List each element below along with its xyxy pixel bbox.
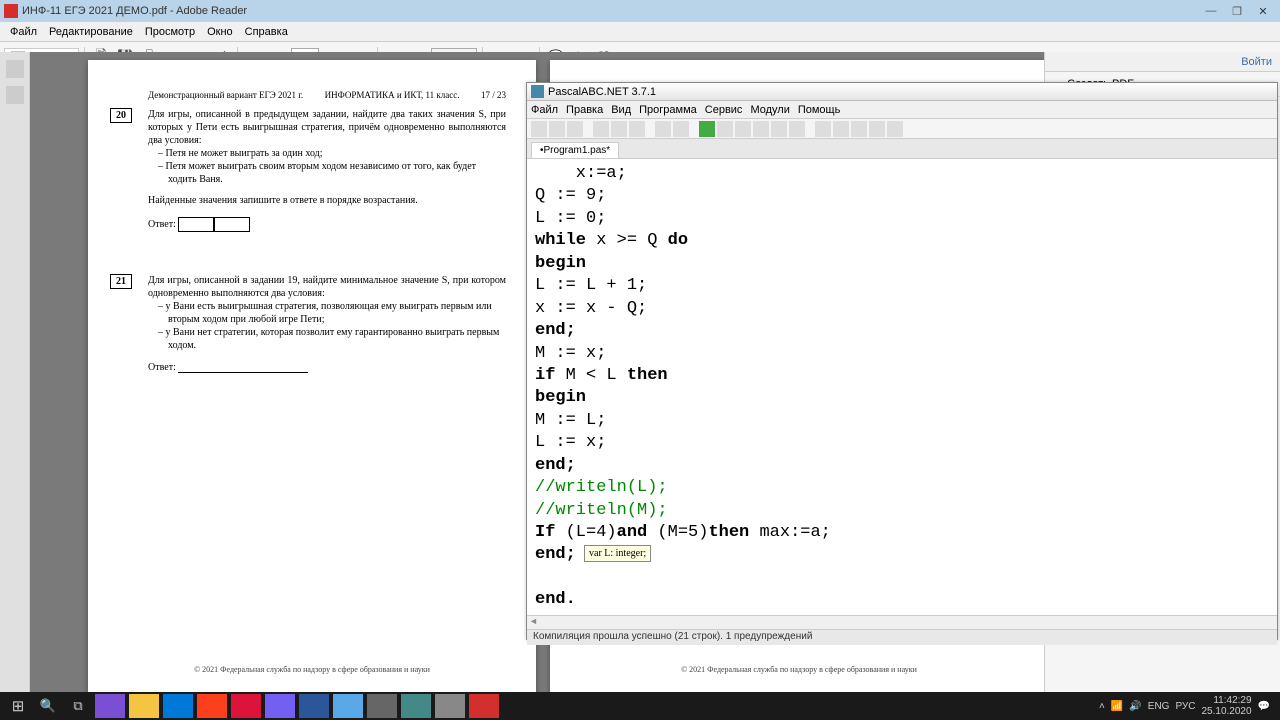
pascal-save-icon[interactable] xyxy=(567,121,583,137)
pdf-header-mid: ИНФОРМАТИКА и ИКТ, 11 класс. xyxy=(325,90,460,100)
pascal-titlebar: PascalABC.NET 3.7.1 xyxy=(527,83,1277,101)
login-link[interactable]: Войти xyxy=(1241,56,1272,68)
pascal-btn-6[interactable] xyxy=(851,121,867,137)
page-footer-left: © 2021 Федеральная служба по надзору в с… xyxy=(88,665,536,674)
q20-note: Найденные значения запишите в ответе в п… xyxy=(148,194,506,207)
pascal-btn-4[interactable] xyxy=(815,121,831,137)
menu-file[interactable]: Файл xyxy=(4,24,43,40)
pmenu-serv[interactable]: Сервис xyxy=(705,104,743,116)
menu-view[interactable]: Просмотр xyxy=(139,24,201,40)
pascal-icon xyxy=(531,85,544,98)
tray-up-icon[interactable]: ˄ xyxy=(1099,701,1105,712)
answer-box-1 xyxy=(178,217,214,232)
app-menubar: Файл Редактирование Просмотр Окно Справк… xyxy=(0,22,1280,42)
maximize-button[interactable]: ❐ xyxy=(1224,2,1250,20)
pascal-title: PascalABC.NET 3.7.1 xyxy=(548,86,656,98)
taskbar-app-5[interactable] xyxy=(333,694,363,718)
minimize-button[interactable]: — xyxy=(1198,2,1224,20)
tray-wifi-icon[interactable]: 📶 xyxy=(1111,701,1123,712)
tray-notifications-icon[interactable]: 💬 xyxy=(1258,701,1270,712)
taskbar-app-adobe[interactable] xyxy=(469,694,499,718)
pdf-header-left: Демонстрационный вариант ЕГЭ 2021 г. xyxy=(148,90,303,100)
pascal-undo-icon[interactable] xyxy=(655,121,671,137)
pmenu-view[interactable]: Вид xyxy=(611,104,631,116)
tray-kb[interactable]: РУС xyxy=(1175,701,1195,712)
q20-cond-1: Петя не может выиграть за один ход; xyxy=(168,147,506,160)
pmenu-mod[interactable]: Модули xyxy=(750,104,789,116)
adobe-icon xyxy=(4,4,18,18)
windows-taskbar: 🔍 ⧉ ˄ 📶 🔊 ENG РУС 11:42:29 25.10.2020 💬 xyxy=(0,692,1280,720)
q21-cond-2: у Вани нет стратегии, которая позволит е… xyxy=(168,326,506,352)
pascal-redo-icon[interactable] xyxy=(673,121,689,137)
taskbar-app-1[interactable] xyxy=(95,694,125,718)
tray-volume-icon[interactable]: 🔊 xyxy=(1129,701,1141,712)
menu-edit[interactable]: Редактирование xyxy=(43,24,139,40)
answer-line xyxy=(178,372,308,373)
pascal-btn-3[interactable] xyxy=(789,121,805,137)
pascal-open-icon[interactable] xyxy=(549,121,565,137)
tray-lang[interactable]: ENG xyxy=(1148,701,1170,712)
login-strip: Войти xyxy=(1044,52,1280,72)
close-button[interactable]: ✕ xyxy=(1250,2,1276,20)
taskbar-app-viber[interactable] xyxy=(265,694,295,718)
pascal-tabs: •Program1.pas* xyxy=(527,139,1277,159)
pmenu-help[interactable]: Помощь xyxy=(798,104,841,116)
system-tray: ˄ 📶 🔊 ENG РУС 11:42:29 25.10.2020 💬 xyxy=(1099,695,1276,717)
search-icon[interactable]: 🔍 xyxy=(34,694,62,718)
pascal-cut-icon[interactable] xyxy=(593,121,609,137)
pmenu-file[interactable]: Файл xyxy=(531,104,558,116)
pmenu-prog[interactable]: Программа xyxy=(639,104,697,116)
pascal-new-icon[interactable] xyxy=(531,121,547,137)
pascal-btn-7[interactable] xyxy=(869,121,885,137)
q21-cond-1: у Вани есть выигрышная стратегия, позвол… xyxy=(168,300,506,326)
taskbar-app-word[interactable] xyxy=(299,694,329,718)
taskbar-app-6[interactable] xyxy=(367,694,397,718)
pascalabc-window: PascalABC.NET 3.7.1 Файл Правка Вид Прог… xyxy=(526,82,1278,640)
attachments-icon[interactable] xyxy=(6,86,24,104)
pascal-menubar: Файл Правка Вид Программа Сервис Модули … xyxy=(527,101,1277,119)
pascal-run-icon[interactable] xyxy=(699,121,715,137)
taskbar-app-yandex[interactable] xyxy=(197,694,227,718)
answer-label: Ответ: xyxy=(148,219,176,230)
taskbar-app-pascal[interactable] xyxy=(401,694,431,718)
pascal-toolbar xyxy=(527,119,1277,139)
task-view-icon[interactable]: ⧉ xyxy=(64,694,92,718)
pascal-hscrollbar[interactable] xyxy=(527,615,1277,629)
pascal-btn-1[interactable] xyxy=(753,121,769,137)
pmenu-edit[interactable]: Правка xyxy=(566,104,603,116)
thumbnails-icon[interactable] xyxy=(6,60,24,78)
taskbar-app-7[interactable] xyxy=(435,694,465,718)
q20-text: Для игры, описанной в предыдущем задании… xyxy=(148,108,506,147)
pascal-tooltip: var L: integer; xyxy=(584,545,651,562)
question-number-20: 20 xyxy=(110,108,132,123)
answer-label-2: Ответ: xyxy=(148,362,176,373)
pascal-paste-icon[interactable] xyxy=(629,121,645,137)
pdf-page-left: Демонстрационный вариант ЕГЭ 2021 г. ИНФ… xyxy=(88,60,536,692)
window-title: ИНФ-11 ЕГЭ 2021 ДЕМО.pdf - Adobe Reader xyxy=(22,5,1198,17)
question-number-21: 21 xyxy=(110,274,132,289)
tray-clock[interactable]: 11:42:29 25.10.2020 xyxy=(1201,695,1251,717)
pascal-tab-program1[interactable]: •Program1.pas* xyxy=(531,142,619,158)
page-footer-right: © 2021 Федеральная служба по надзору в с… xyxy=(550,665,1044,674)
menu-window[interactable]: Окно xyxy=(201,24,239,40)
pascal-btn-8[interactable] xyxy=(887,121,903,137)
taskbar-app-ya[interactable] xyxy=(231,694,261,718)
pascal-btn-5[interactable] xyxy=(833,121,849,137)
pascal-step-icon[interactable] xyxy=(717,121,733,137)
pdf-header-page: 17 / 23 xyxy=(481,90,506,100)
menu-help[interactable]: Справка xyxy=(239,24,294,40)
taskbar-app-explorer[interactable] xyxy=(129,694,159,718)
pascal-code-editor[interactable]: x:=a; Q := 9; L := 0; while x >= Q do be… xyxy=(527,159,1277,615)
q21-text: Для игры, описанной в задании 19, найдит… xyxy=(148,274,506,300)
pascal-btn-2[interactable] xyxy=(771,121,787,137)
taskbar-app-edge[interactable] xyxy=(163,694,193,718)
q20-cond-2: Петя может выиграть своим вторым ходом н… xyxy=(168,160,506,186)
answer-box-2 xyxy=(214,217,250,232)
start-button[interactable] xyxy=(4,694,32,718)
pascal-copy-icon[interactable] xyxy=(611,121,627,137)
pascal-stop-icon[interactable] xyxy=(735,121,751,137)
pascal-statusbar: Компиляция прошла успешно (21 строк). 1 … xyxy=(527,629,1277,645)
window-titlebar: ИНФ-11 ЕГЭ 2021 ДЕМО.pdf - Adobe Reader … xyxy=(0,0,1280,22)
left-tool-strip xyxy=(0,52,30,692)
